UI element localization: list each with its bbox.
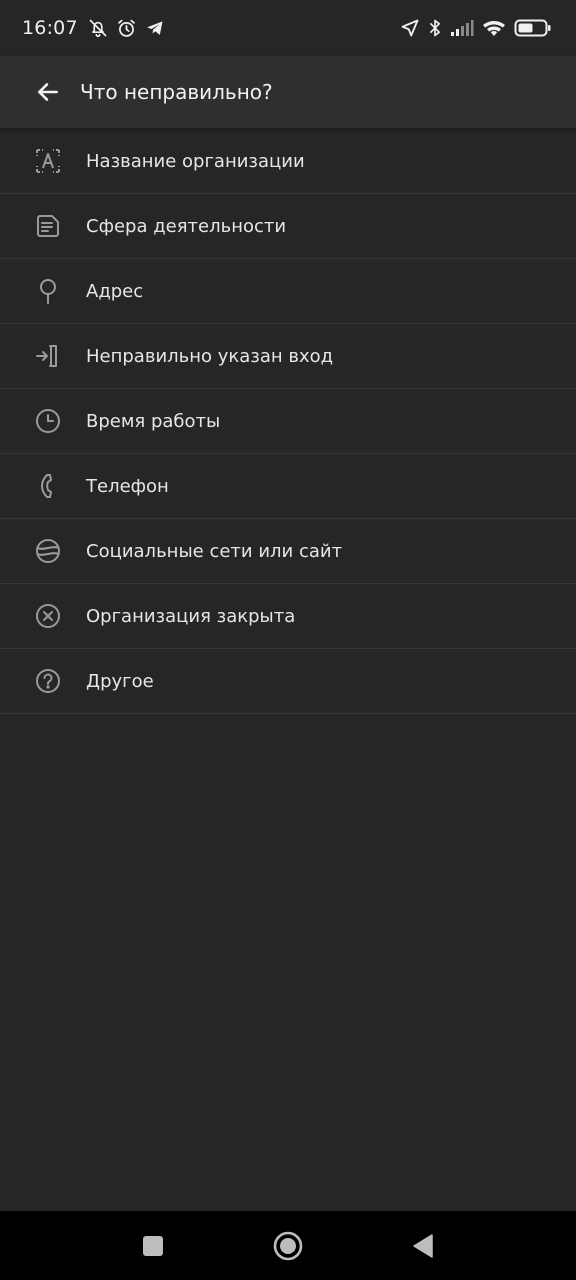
menu-item-label: Неправильно указан вход [86, 345, 334, 367]
menu-item-label: Телефон [86, 475, 169, 497]
document-icon [32, 210, 64, 242]
menu-item-label: Время работы [86, 410, 221, 432]
bluetooth-icon [430, 19, 440, 37]
home-circle-icon [273, 1231, 303, 1260]
alarm-icon [117, 19, 135, 37]
bell-off-icon [89, 19, 107, 38]
system-back-button[interactable] [411, 1233, 435, 1259]
globe-icon [32, 535, 64, 567]
navigation-bar [0, 1211, 576, 1280]
location-arrow-icon [401, 19, 419, 37]
menu-item-activity[interactable]: Сфера деятельности [0, 194, 576, 259]
status-right [400, 18, 552, 38]
text-frame-icon [32, 145, 64, 177]
menu-item-phone[interactable]: Телефон [0, 454, 576, 519]
battery-icon [514, 19, 551, 37]
menu-item-label: Социальные сети или сайт [86, 540, 343, 562]
recents-button[interactable] [141, 1234, 165, 1258]
entrance-icon [32, 340, 64, 372]
menu-item-closed[interactable]: Организация закрыта [0, 584, 576, 649]
clock-icon [32, 405, 64, 437]
menu-item-organization-name[interactable]: Название организации [0, 129, 576, 194]
menu-list: Название организации Сфера деятельности … [0, 129, 576, 714]
menu-item-label: Организация закрыта [86, 605, 296, 627]
phone-icon [32, 470, 64, 502]
back-triangle-icon [413, 1233, 433, 1258]
screen: 16:07 Что неправильно? Название организа… [0, 0, 576, 1280]
menu-item-entrance[interactable]: Неправильно указан вход [0, 324, 576, 389]
menu-item-address[interactable]: Адрес [0, 259, 576, 324]
back-button[interactable] [24, 68, 72, 116]
menu-item-working-hours[interactable]: Время работы [0, 389, 576, 454]
menu-item-other[interactable]: Другое [0, 649, 576, 714]
home-button[interactable] [272, 1230, 304, 1262]
signal-icon [451, 20, 474, 36]
status-left: 16:07 [22, 17, 165, 39]
recents-square-icon [143, 1235, 163, 1256]
menu-item-label: Адрес [86, 280, 144, 302]
wifi-icon [483, 21, 505, 36]
page-title: Что неправильно? [80, 80, 273, 104]
status-bar: 16:07 [0, 0, 576, 56]
arrow-left-icon [38, 83, 58, 101]
menu-item-label: Другое [86, 670, 154, 692]
menu-item-label: Название организации [86, 150, 305, 172]
map-pin-icon [32, 275, 64, 307]
menu-item-social[interactable]: Социальные сети или сайт [0, 519, 576, 584]
telegram-icon [146, 21, 163, 35]
question-circle-icon [32, 665, 64, 697]
close-circle-icon [32, 600, 64, 632]
app-bar: Что неправильно? [0, 56, 576, 128]
status-time: 16:07 [22, 17, 78, 39]
menu-item-label: Сфера деятельности [86, 215, 287, 237]
